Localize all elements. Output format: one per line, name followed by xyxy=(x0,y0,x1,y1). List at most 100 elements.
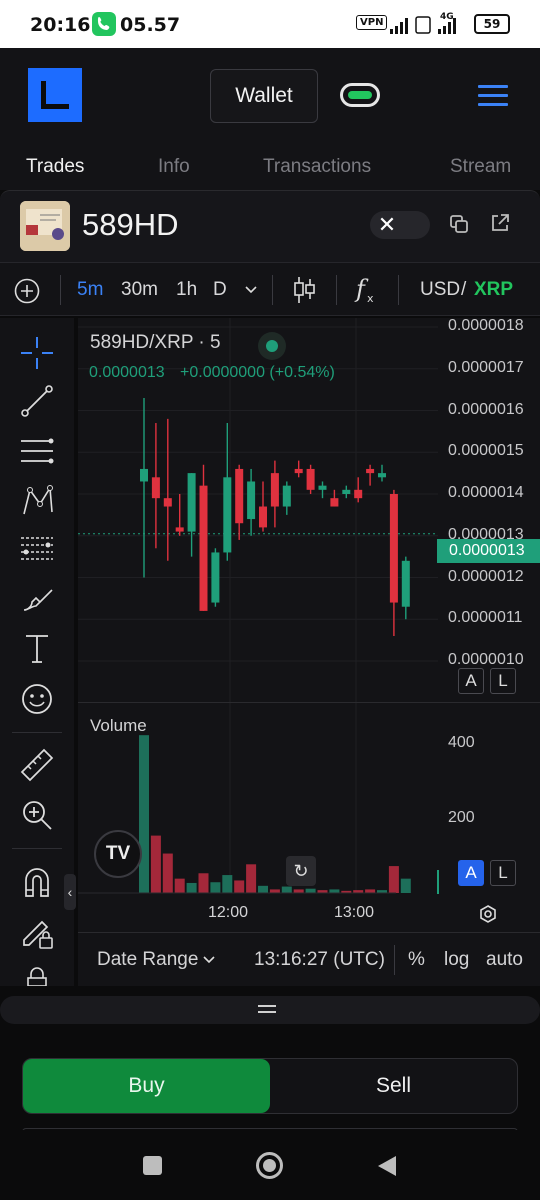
candle xyxy=(140,397,148,578)
svg-text:x: x xyxy=(367,292,374,305)
candle-type-icon[interactable] xyxy=(292,275,316,305)
volume-bar xyxy=(198,873,209,893)
battery-level: 59 xyxy=(474,14,510,34)
last-price: 0.0000013 xyxy=(89,364,165,381)
utc-clock[interactable]: 13:16:27 (UTC) xyxy=(254,949,385,971)
home-icon[interactable] xyxy=(256,1152,283,1179)
collapse-tools-button[interactable]: ‹ xyxy=(64,874,76,910)
tab-trades[interactable]: Trades xyxy=(26,156,84,178)
interval-1h[interactable]: 1h xyxy=(176,279,197,301)
text-tool-icon[interactable] xyxy=(18,630,56,668)
candle xyxy=(163,418,172,561)
status-bar: 20:16 05.57 VPN 4G 59 xyxy=(0,0,540,48)
candle xyxy=(389,489,398,636)
signal-icon xyxy=(390,16,456,34)
candle xyxy=(175,494,184,536)
percent-scale-button[interactable]: % xyxy=(408,949,425,971)
price-change: +0.0000000 (+0.54%) xyxy=(180,364,335,381)
volume-bar xyxy=(388,866,399,893)
volume-bar xyxy=(186,882,197,893)
chart-symbol: 589HD/XRP · 5 xyxy=(90,332,221,353)
reset-chart-icon[interactable]: ↻ xyxy=(286,856,316,886)
volume-bar xyxy=(281,886,292,893)
volume-bar xyxy=(305,888,316,893)
candle xyxy=(235,464,244,540)
volume-tick-400: 400 xyxy=(448,734,475,751)
ruler-icon[interactable] xyxy=(18,746,56,784)
date-range-chevron-icon[interactable] xyxy=(202,955,216,965)
candle xyxy=(318,481,327,499)
crosshair-icon[interactable] xyxy=(18,334,56,372)
quote-separator: / xyxy=(461,279,467,300)
volume-auto-button[interactable]: A xyxy=(458,860,484,886)
candle xyxy=(187,473,196,557)
log-button[interactable]: log xyxy=(444,949,469,971)
recents-icon[interactable] xyxy=(143,1156,162,1175)
add-indicator-icon[interactable] xyxy=(14,278,40,304)
zoom-in-icon[interactable] xyxy=(18,796,56,834)
network-type: 4G xyxy=(440,12,454,22)
tradingview-logo[interactable]: TV xyxy=(94,830,142,878)
candle xyxy=(401,556,410,620)
chevron-down-icon[interactable] xyxy=(244,285,258,295)
candle xyxy=(282,481,291,515)
indicators-fx-icon[interactable]: fx xyxy=(354,275,380,305)
volume-bar xyxy=(269,889,280,893)
token-name: 589HD xyxy=(82,207,179,242)
price-chart[interactable]: 589HD/XRP · 5 0.0000013 +0.0000000 (+0.5… xyxy=(78,317,540,986)
pattern-icon[interactable] xyxy=(18,482,56,520)
emoji-icon[interactable] xyxy=(18,680,56,718)
candle xyxy=(330,489,339,507)
volume-bar xyxy=(246,864,257,893)
auto-button[interactable]: auto xyxy=(486,949,523,971)
volume-bar xyxy=(210,882,221,893)
horizontal-lines-icon[interactable] xyxy=(18,432,56,470)
auto-scale-button[interactable]: A xyxy=(458,668,484,694)
back-icon[interactable] xyxy=(376,1154,398,1178)
tab-info[interactable]: Info xyxy=(158,156,190,178)
brush-icon[interactable] xyxy=(18,580,56,618)
price-tick: 0.0000017 xyxy=(448,358,524,376)
menu-icon[interactable] xyxy=(478,85,508,107)
price-tick: 0.0000014 xyxy=(448,484,524,501)
buy-button[interactable]: Buy xyxy=(23,1059,270,1113)
log-scale-button[interactable]: L xyxy=(490,668,516,694)
lock-drawings-icon[interactable] xyxy=(18,914,56,952)
price-tick: 0.0000010 xyxy=(448,651,524,668)
xrp-toggle[interactable]: ✕ xyxy=(370,211,430,239)
volume-bar xyxy=(329,889,340,893)
copy-icon[interactable] xyxy=(450,215,468,233)
interval-30m[interactable]: 30m xyxy=(121,279,158,301)
tab-stream[interactable]: Stream xyxy=(450,156,511,178)
quote-usd[interactable]: USD xyxy=(420,279,460,301)
lock-icon[interactable] xyxy=(18,964,56,986)
app-logo[interactable] xyxy=(28,68,82,122)
section-tabs: Trades Info Transactions Stream xyxy=(0,144,540,190)
panel-resize-handle[interactable] xyxy=(0,996,540,1024)
fibonacci-icon[interactable] xyxy=(18,530,56,568)
sell-button[interactable]: Sell xyxy=(270,1059,517,1113)
connection-toggle-icon[interactable] xyxy=(340,83,380,107)
volume-bar xyxy=(139,735,149,893)
quote-xrp[interactable]: XRP xyxy=(474,279,513,301)
app-header: Wallet xyxy=(0,48,540,144)
trend-line-icon[interactable] xyxy=(18,382,56,420)
candle xyxy=(378,464,386,482)
magnet-icon[interactable] xyxy=(18,864,56,902)
live-indicator xyxy=(258,332,286,360)
price-tick: 0.0000015 xyxy=(448,442,524,460)
candle xyxy=(366,464,375,486)
wallet-button[interactable]: Wallet xyxy=(210,69,318,123)
xrp-icon: ✕ xyxy=(377,212,397,237)
chart-settings-icon[interactable] xyxy=(478,904,498,924)
volume-log-button[interactable]: L xyxy=(490,860,516,886)
price-tick: 0.0000016 xyxy=(448,400,524,418)
date-range-button[interactable]: Date Range xyxy=(97,949,198,971)
volume-bar xyxy=(150,835,161,893)
interval-5m[interactable]: 5m xyxy=(77,279,103,301)
interval-d[interactable]: D xyxy=(213,279,227,301)
candle xyxy=(306,464,315,494)
tab-transactions[interactable]: Transactions xyxy=(263,156,371,178)
external-link-icon[interactable] xyxy=(490,213,510,233)
volume-bar xyxy=(293,889,304,893)
